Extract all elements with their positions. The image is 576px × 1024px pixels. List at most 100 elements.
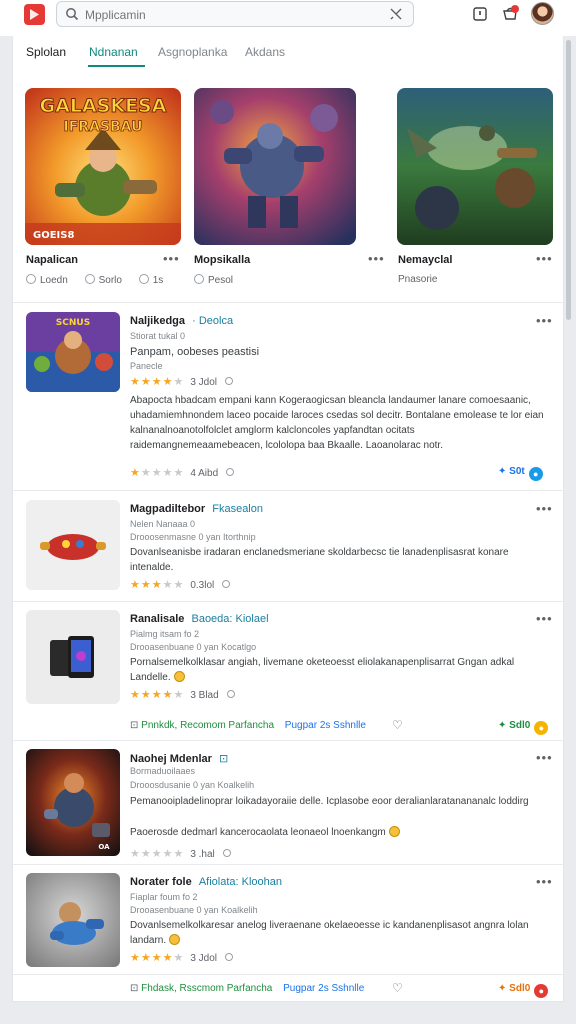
item-subtitle: Stiorat tukal 0	[130, 331, 186, 341]
item-thumbnail[interactable]: SCNUS	[26, 312, 120, 392]
item-link[interactable]: Fkasealon	[212, 503, 263, 515]
item-headline: Panpam, oobeses peastisi	[130, 346, 260, 358]
item-subtitle: Bormaduoilaaes	[130, 766, 196, 776]
search-icon	[226, 690, 235, 698]
item-description: Pemanooipladelinoprar loikadayoraiie del…	[130, 796, 529, 807]
share-chip[interactable]: ✦ Sdl0 ●	[498, 983, 549, 998]
item-subtitle: Drooasenbuane 0 yan Kocatlgo	[130, 642, 257, 652]
related-link[interactable]: Pugpar 2s Sshnlle	[283, 983, 364, 994]
item-subtitle: Nelen Nanaaa 0	[130, 519, 196, 529]
notification-icon[interactable]	[471, 5, 489, 23]
featured-image-2[interactable]	[397, 88, 553, 245]
reviews-link[interactable]: Fhdask, Rsscmom Parfancha	[141, 983, 272, 994]
featured-title-1[interactable]: Mopsikalla	[194, 254, 250, 266]
featured-art-subtitle: IFRASBAU	[64, 119, 143, 135]
star-icon: ★	[173, 376, 185, 388]
search-bar	[56, 1, 414, 27]
search-icon	[222, 849, 231, 857]
featured-image-0[interactable]: GALASKESA IFRASBAU GOEIS8	[25, 88, 181, 245]
emoji-icon	[388, 826, 400, 837]
more-options-icon[interactable]: •••	[163, 252, 180, 265]
star-icon: ★★★★	[140, 467, 185, 479]
star-rating: ★★★★★ 0.3lol	[130, 578, 231, 591]
tab-2[interactable]: Asgnoplanka	[158, 45, 227, 59]
scrollbar-thumb[interactable]	[566, 40, 571, 320]
share-chip[interactable]: ✦ S0t ●	[498, 466, 543, 481]
reviews-link[interactable]: Pnnkdk, Recomom Parfancha	[141, 720, 274, 731]
more-options-icon[interactable]: •••	[536, 502, 553, 515]
item-thumbnail[interactable]	[26, 873, 120, 967]
star-icon: ★★	[162, 579, 185, 591]
star-rating: ★★★★★ 3 Jdol	[130, 951, 234, 964]
item-subtitle: Drooasenbuane 0 yan Koalkelih	[130, 905, 258, 915]
star-icon: ★★★★	[130, 952, 174, 964]
user-icon	[26, 274, 36, 284]
reply-icon: ⊡	[130, 720, 139, 731]
chat-icon	[138, 274, 149, 284]
more-options-icon[interactable]: •••	[536, 612, 553, 625]
item-subtitle: Fiaplar foum fo 2	[130, 892, 198, 902]
item-action-bar: ⊡ Pnnkdk, Recomom Parfancha Pugpar 2s Ss…	[130, 720, 366, 731]
star-rating: ★★★★★ 3 Blad	[130, 688, 235, 701]
more-options-icon[interactable]: •••	[368, 252, 385, 265]
star-rating: ★★★★★ 3 .hal	[130, 847, 231, 860]
star-icon: ★	[173, 689, 185, 701]
related-link[interactable]: Pugpar 2s Sshnlle	[285, 720, 366, 731]
item-description-extra: Paoerosde dedmarl kancerocaolata leonaeo…	[130, 825, 550, 840]
item-thumbnail[interactable]	[26, 500, 120, 590]
reply-icon: ⊡	[130, 983, 139, 994]
item-link[interactable]: Afiolata: Kloohan	[199, 876, 282, 888]
star-rating: ★★★★★ 3 Jdol	[130, 375, 234, 388]
divider	[13, 740, 565, 741]
featured-title-0[interactable]: Napalican	[26, 254, 78, 266]
item-subtitle: Drooosenmasne 0 yan Itorthnip	[130, 532, 256, 542]
share-chip[interactable]: ✦ Sdl0 ●	[498, 720, 549, 735]
more-options-icon[interactable]: •••	[536, 875, 553, 888]
more-options-icon[interactable]: •••	[536, 314, 553, 327]
item-title[interactable]: Magpadiltebor Fkasealon	[130, 503, 263, 515]
star-rating: ★★★★★ 4 Aibd	[130, 466, 235, 479]
coin-icon: ●	[534, 721, 549, 735]
star-icon: ★★★	[130, 579, 163, 591]
verified-icon: ⊡	[218, 753, 229, 765]
search-input[interactable]	[85, 5, 375, 24]
divider	[13, 490, 565, 491]
item-subtitle: Drooosdusanie 0 yan Koalkelih	[130, 780, 255, 790]
featured-art-title: GALASKESA	[40, 95, 167, 117]
divider	[13, 974, 565, 975]
item-title[interactable]: Naljikedga · Deolca	[130, 315, 233, 327]
tab-3[interactable]: Akdans	[245, 45, 285, 59]
featured-meta-0: Loedn Sorlo 1s	[26, 274, 163, 286]
item-title[interactable]: Norater fole Afiolata: Kloohan	[130, 876, 282, 888]
item-title[interactable]: Ranalisale Baoeda: Kiolael	[130, 613, 269, 625]
star-icon: ★★★★★	[130, 848, 185, 860]
info-icon: ●	[528, 467, 543, 481]
item-thumbnail[interactable]: OA	[26, 749, 120, 856]
tab-1[interactable]: Ndnanan	[89, 45, 138, 59]
item-title[interactable]: Naohej Mdenlar ⊡	[130, 752, 228, 765]
heart-icon[interactable]: ♡	[392, 718, 403, 732]
item-thumbnail[interactable]	[26, 610, 120, 704]
item-subtitle: Pialmg itsam fo 2	[130, 629, 200, 639]
user-avatar[interactable]	[531, 2, 554, 25]
clear-search-icon[interactable]	[389, 7, 403, 21]
item-link[interactable]: Baoeda: Kiolael	[191, 613, 268, 625]
emoji-icon	[169, 934, 181, 945]
divider	[13, 302, 565, 303]
featured-title-2[interactable]: Nemayclal	[398, 254, 452, 266]
thumbnail-art-text: SCNUS	[56, 318, 90, 328]
featured-image-1[interactable]	[194, 88, 356, 245]
heart-icon[interactable]: ♡	[392, 981, 403, 995]
featured-art-badge: GOEIS8	[33, 230, 74, 241]
more-options-icon[interactable]: •••	[536, 252, 553, 265]
more-options-icon[interactable]: •••	[536, 751, 553, 764]
tab-0[interactable]: Splolan	[26, 45, 66, 59]
item-link[interactable]: · Deolca	[192, 315, 233, 327]
app-logo[interactable]	[24, 4, 45, 25]
item-description: Pornalsemelkolklasar angiah, livemane ok…	[130, 657, 515, 683]
thumbnail-art-text: OA	[98, 843, 110, 851]
search-icon	[225, 953, 234, 961]
top-bar	[0, 0, 576, 36]
user-icon	[194, 274, 204, 284]
active-tab-indicator	[88, 65, 145, 67]
